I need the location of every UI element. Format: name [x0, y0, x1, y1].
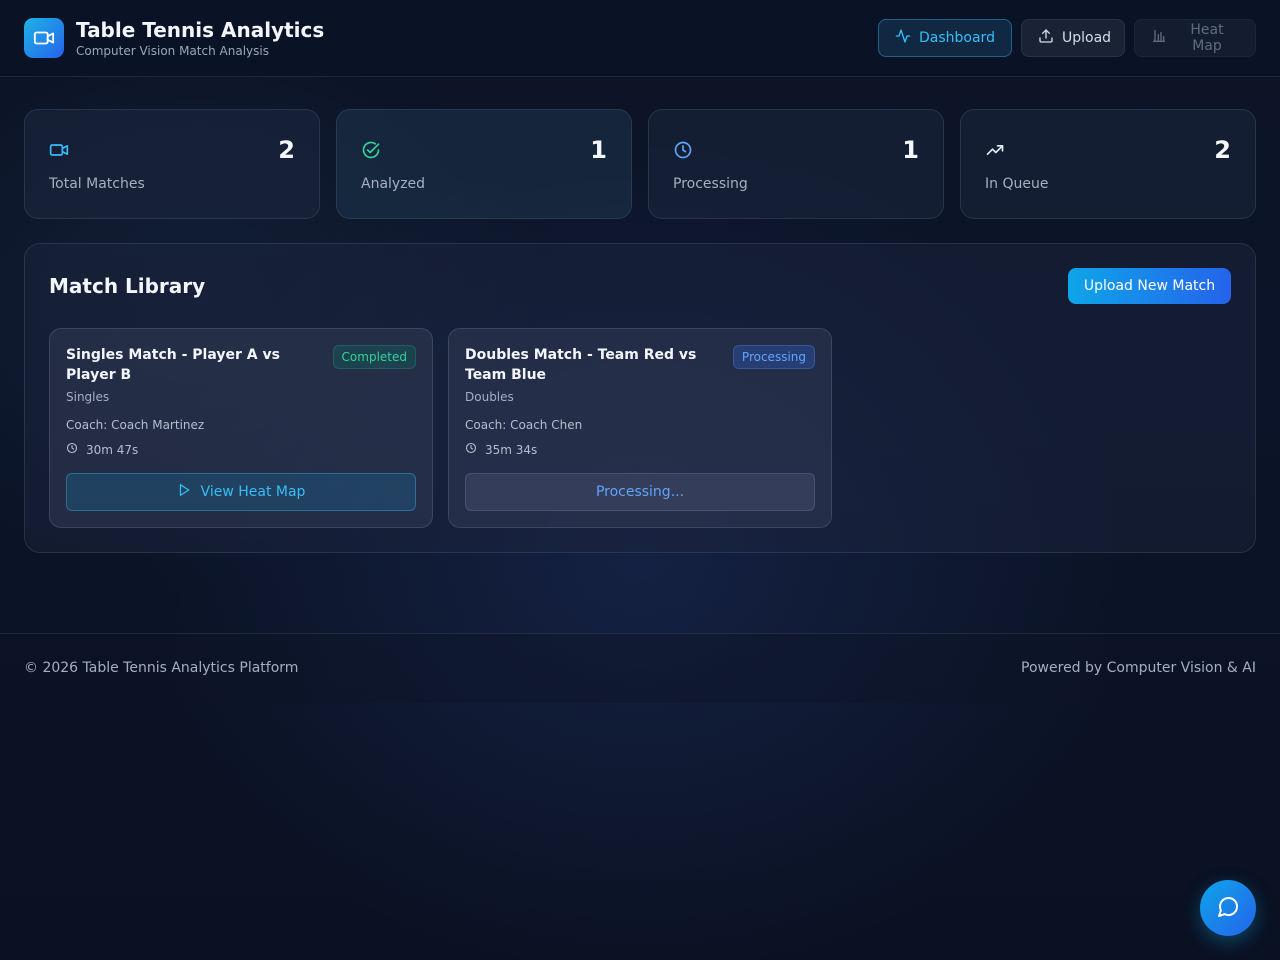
match-title: Doubles Match - Team Red vs Team Blue	[465, 347, 697, 383]
video-camera-logo-icon	[24, 18, 64, 58]
match-card[interactable]: Singles Match - Player A vs Player B Com…	[49, 328, 433, 528]
status-badge: Completed	[332, 345, 416, 369]
duration-value: 30m 47s	[86, 442, 139, 457]
match-duration: 35m 34s	[465, 442, 537, 457]
match-title: Singles Match - Player A vs Player B	[66, 347, 280, 383]
trending-up-icon	[985, 140, 1005, 160]
video-icon	[49, 140, 69, 160]
stat-card-analyzed: 1 Analyzed	[336, 109, 632, 219]
app-title: Table Tennis Analytics	[76, 18, 325, 42]
clock-icon	[66, 442, 78, 457]
stat-card-in-queue: 2 In Queue	[960, 109, 1256, 219]
nav-upload-label: Upload	[1062, 30, 1112, 46]
view-heat-map-button[interactable]: View Heat Map	[66, 473, 416, 511]
clock-icon	[465, 442, 477, 457]
stat-label: Total Matches	[49, 176, 145, 192]
view-heat-map-label: View Heat Map	[200, 484, 306, 500]
processing-button[interactable]: Processing...	[465, 473, 815, 511]
stat-value: 1	[902, 136, 919, 164]
nav-dashboard-button[interactable]: Dashboard	[878, 19, 1012, 57]
footer-copyright: © 2026 Table Tennis Analytics Platform	[24, 660, 299, 676]
match-type: Doubles	[465, 390, 514, 404]
nav-upload-button[interactable]: Upload	[1021, 19, 1125, 57]
match-coach: Coach: Coach Martinez	[66, 418, 205, 432]
nav-dashboard-label: Dashboard	[919, 30, 995, 46]
status-badge: Processing	[732, 345, 815, 369]
stat-value: 2	[278, 136, 295, 164]
stat-card-total-matches: 2 Total Matches	[24, 109, 320, 219]
activity-icon	[895, 28, 911, 48]
stat-value: 1	[590, 136, 607, 164]
clock-icon	[673, 140, 693, 160]
stat-value: 2	[1214, 136, 1231, 164]
nav-heatmap-label: Heat Map	[1190, 22, 1224, 54]
stat-label: Analyzed	[361, 176, 426, 192]
nav-heatmap-button[interactable]: Heat Map	[1134, 19, 1256, 57]
match-card[interactable]: Doubles Match - Team Red vs Team Blue Pr…	[448, 328, 832, 528]
chat-button[interactable]	[1200, 880, 1256, 936]
stat-label: In Queue	[985, 176, 1049, 192]
match-duration: 30m 47s	[66, 442, 138, 457]
library-title: Match Library	[49, 274, 206, 298]
app-header: Table Tennis Analytics Computer Vision M…	[0, 0, 1280, 77]
bar-chart-icon	[1151, 28, 1167, 48]
app-footer: © 2026 Table Tennis Analytics Platform P…	[0, 633, 1280, 703]
upload-icon	[1038, 28, 1054, 48]
play-icon	[177, 483, 191, 501]
duration-value: 35m 34s	[485, 442, 538, 457]
match-coach: Coach: Coach Chen	[465, 418, 583, 432]
check-circle-icon	[361, 140, 381, 160]
match-library: Match Library Upload New Match Singles M…	[24, 243, 1256, 553]
upload-new-match-button[interactable]: Upload New Match	[1068, 268, 1231, 304]
stat-card-processing: 1 Processing	[648, 109, 944, 219]
stat-label: Processing	[673, 176, 748, 192]
footer-powered-by: Powered by Computer Vision & AI	[1021, 660, 1256, 676]
match-type: Singles	[66, 390, 110, 404]
chat-bubble-icon	[1216, 895, 1240, 922]
app-subtitle: Computer Vision Match Analysis	[76, 44, 269, 58]
